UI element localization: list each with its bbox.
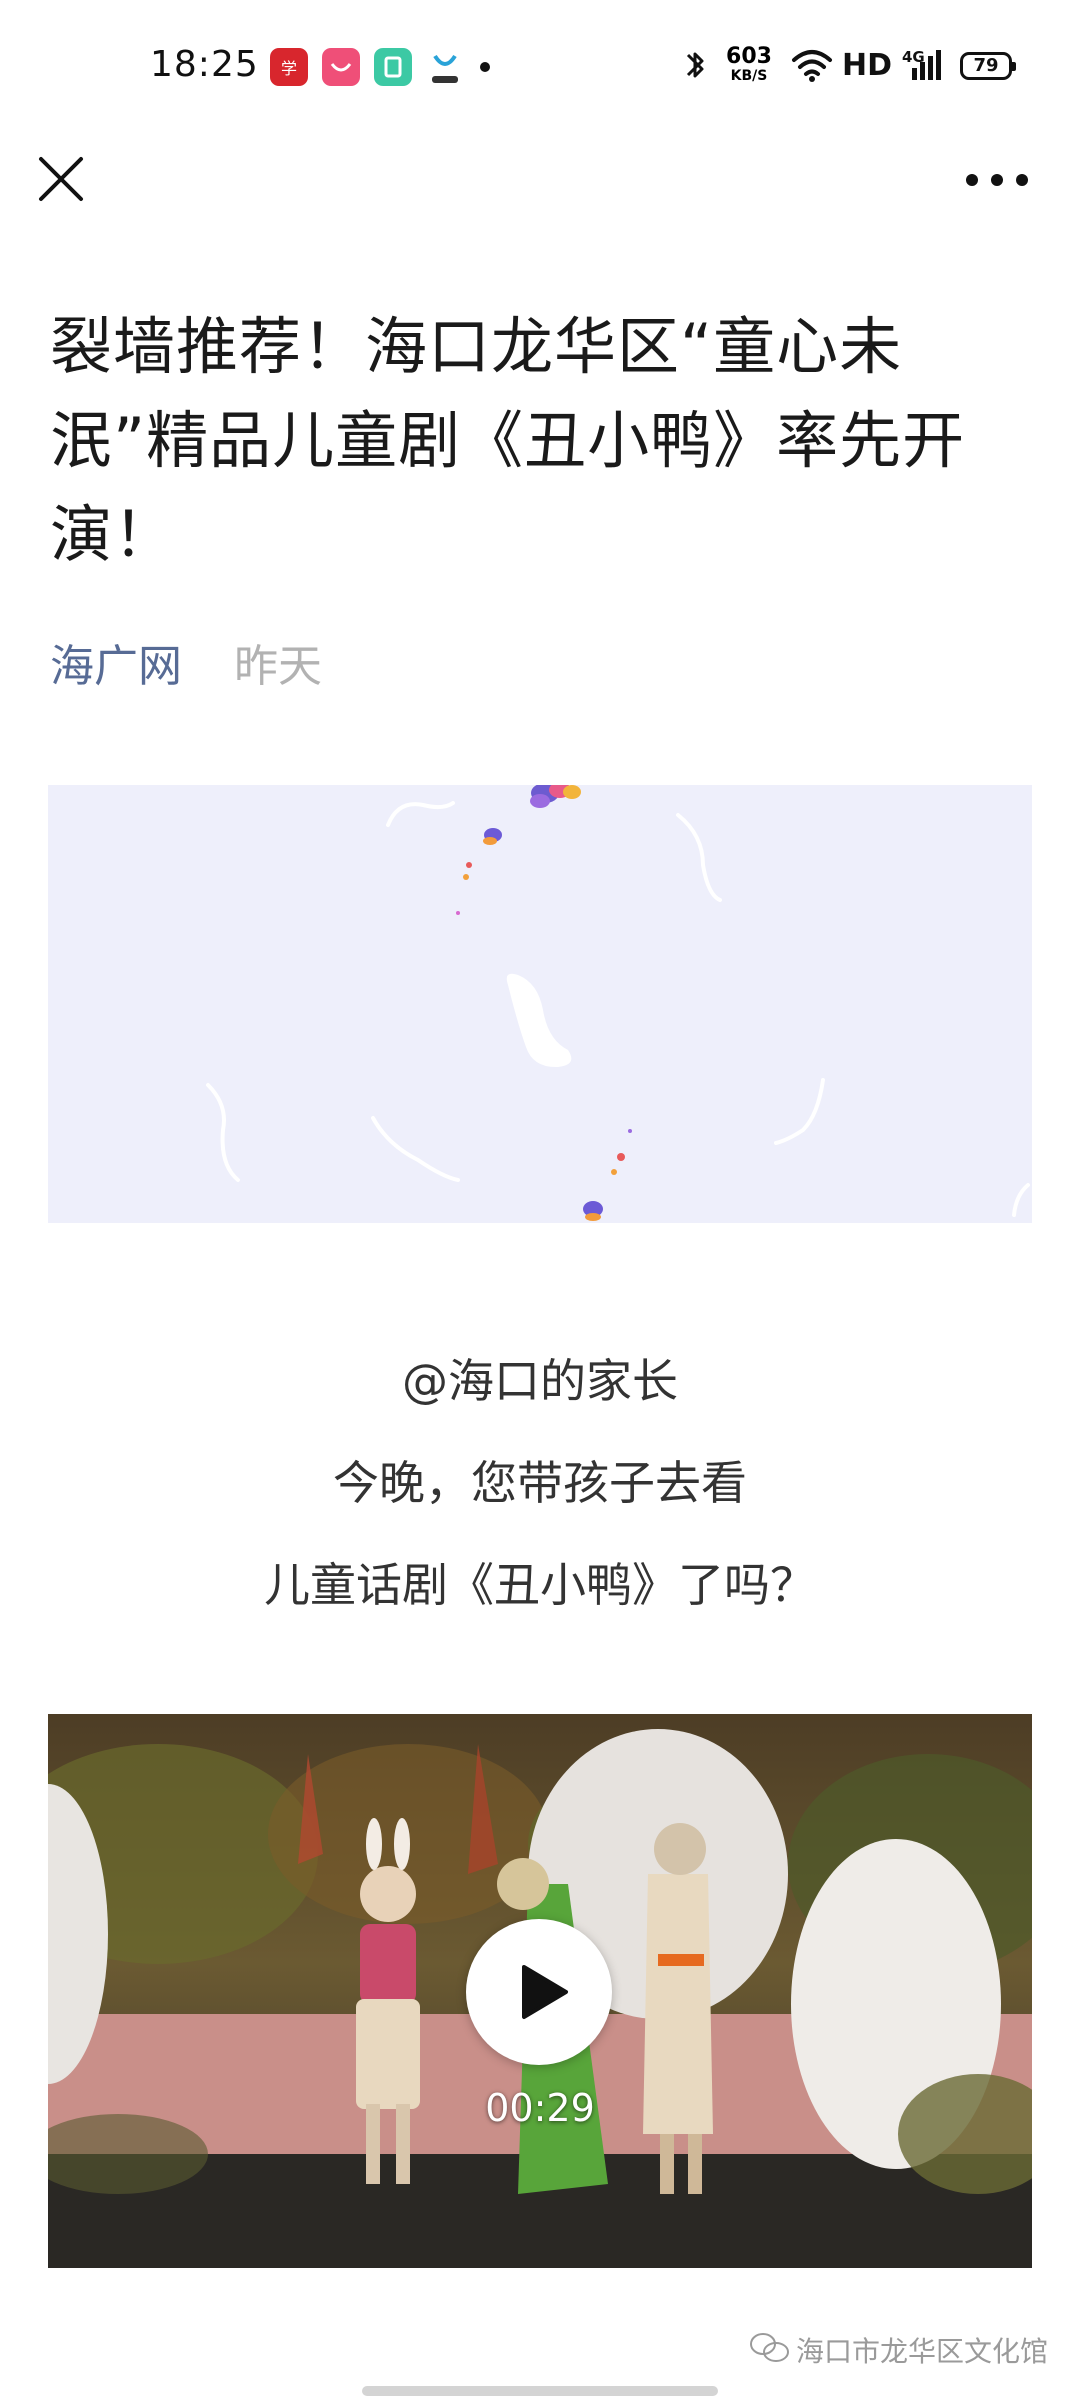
network-speed: 603 KB/S xyxy=(722,44,776,84)
video-player[interactable]: 00:29 xyxy=(48,1714,1032,2268)
top-nav xyxy=(0,134,1080,226)
article-watermark: 海口市龙华区文化馆 xyxy=(796,2335,1049,2368)
article-title: 裂墙推荐！海口龙华区“童心未泯”精品儿童剧《丑小鸭》率先开演！ xyxy=(50,310,966,571)
bluetooth-icon xyxy=(686,52,704,78)
app-notification-icon xyxy=(322,48,360,86)
banner-illustration xyxy=(48,785,1032,1223)
app-notification-icon: 学 xyxy=(270,48,308,86)
body-line: @海口的家长 xyxy=(402,1354,678,1408)
play-icon xyxy=(522,1965,568,2019)
home-indicator[interactable] xyxy=(362,2386,718,2396)
app-notification-icon xyxy=(426,48,464,86)
network-speed-value: 603 xyxy=(726,44,772,69)
status-bar: 18:25 学 603 KB/S HD 4G 79 xyxy=(0,0,1080,134)
hd-indicator: HD xyxy=(842,48,893,83)
play-button[interactable] xyxy=(466,1919,612,2065)
video-duration: 00:29 xyxy=(485,2086,595,2130)
close-icon[interactable] xyxy=(36,154,86,204)
network-speed-unit: KB/S xyxy=(730,68,768,84)
battery-icon: 79 xyxy=(960,52,1016,80)
svg-text:学: 学 xyxy=(281,59,297,78)
wechat-icon xyxy=(750,2333,789,2362)
banner-image xyxy=(48,785,1032,1223)
article-page: 18:25 学 603 KB/S HD 4G 79 裂墙推荐！海口龙华区“童心未… xyxy=(0,0,1080,2400)
status-time: 18:25 xyxy=(150,44,259,85)
article-body: @海口的家长 今晚，您带孩子去看 儿童话剧《丑小鸭》了吗？ xyxy=(0,1330,1080,1636)
more-icon[interactable] xyxy=(962,160,1032,200)
article-source-link[interactable]: 海广网 xyxy=(50,641,182,692)
article-time: 昨天 xyxy=(234,641,322,692)
app-notification-icon xyxy=(374,48,412,86)
wifi-icon xyxy=(792,50,832,82)
article-meta: 海广网 昨天 xyxy=(50,630,322,694)
body-line: 今晚，您带孩子去看 xyxy=(333,1456,747,1510)
notification-dot xyxy=(480,62,490,72)
body-line: 儿童话剧《丑小鸭》了吗？ xyxy=(264,1558,816,1612)
signal-icon xyxy=(912,50,941,80)
